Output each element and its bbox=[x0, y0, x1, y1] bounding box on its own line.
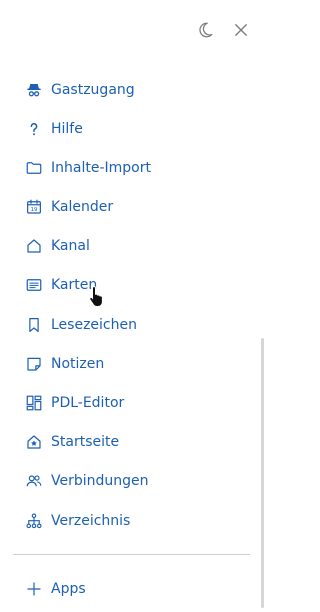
sidebar-item-verbindungen[interactable]: Verbindungen bbox=[25, 470, 149, 492]
close-button[interactable] bbox=[230, 19, 252, 41]
question-icon bbox=[25, 120, 43, 138]
layout-icon bbox=[25, 394, 43, 412]
sidebar-item-apps[interactable]: Apps bbox=[25, 578, 86, 600]
sidebar-item-label: Kanal bbox=[51, 238, 90, 254]
close-icon bbox=[235, 24, 247, 36]
sidebar-item-label: Verzeichnis bbox=[51, 513, 131, 529]
sidebar-item-label: Inhalte-Import bbox=[51, 160, 151, 176]
sidebar-item-label: Startseite bbox=[51, 434, 120, 450]
folder-icon bbox=[25, 159, 43, 177]
calendar-icon: 19 bbox=[25, 198, 43, 216]
sidebar-item-startseite[interactable]: Startseite bbox=[25, 431, 119, 453]
sidebar-item-label: Kalender bbox=[51, 199, 114, 215]
sidebar-item-notizen[interactable]: Notizen bbox=[25, 353, 104, 375]
sidebar-item-label: Hilfe bbox=[51, 121, 83, 137]
people-icon bbox=[25, 472, 43, 490]
scrollbar[interactable] bbox=[261, 338, 264, 608]
home-icon bbox=[25, 237, 43, 255]
theme-toggle-button[interactable] bbox=[194, 19, 216, 41]
sidebar-item-kanal[interactable]: Kanal bbox=[25, 235, 90, 257]
home-star-icon bbox=[25, 433, 43, 451]
cards-icon bbox=[25, 276, 43, 294]
sidebar-item-hilfe[interactable]: Hilfe bbox=[25, 118, 83, 140]
sidebar-item-inhalte-import[interactable]: Inhalte-Import bbox=[25, 157, 151, 179]
sidebar-item-kalender[interactable]: 19 Kalender bbox=[25, 196, 113, 218]
hand-pointer-icon bbox=[89, 285, 103, 307]
incognito-icon bbox=[25, 81, 43, 99]
sidebar-item-label: Lesezeichen bbox=[51, 317, 137, 333]
top-bar bbox=[194, 18, 252, 42]
sidebar-item-pdl-editor[interactable]: PDL-Editor bbox=[25, 392, 124, 414]
sidebar-item-lesezeichen[interactable]: Lesezeichen bbox=[25, 314, 137, 336]
menu-divider bbox=[13, 554, 250, 555]
note-icon bbox=[25, 355, 43, 373]
sidebar-item-label: PDL-Editor bbox=[51, 395, 125, 411]
calendar-day-text: 19 bbox=[31, 207, 38, 213]
sidebar-item-gastzugang[interactable]: Gastzugang bbox=[25, 79, 135, 101]
sidebar-item-label: Verbindungen bbox=[51, 473, 149, 489]
moon-icon bbox=[199, 22, 213, 38]
plus-icon bbox=[25, 580, 43, 598]
sidebar-item-label: Notizen bbox=[51, 356, 105, 372]
sidebar-item-label: Gastzugang bbox=[51, 82, 135, 98]
sidebar-item-label: Apps bbox=[51, 581, 86, 597]
bookmark-icon bbox=[25, 316, 43, 334]
sitemap-icon bbox=[25, 512, 43, 530]
sidebar-item-verzeichnis[interactable]: Verzeichnis bbox=[25, 510, 130, 532]
sidebar-item-karten[interactable]: Karten bbox=[25, 274, 97, 296]
